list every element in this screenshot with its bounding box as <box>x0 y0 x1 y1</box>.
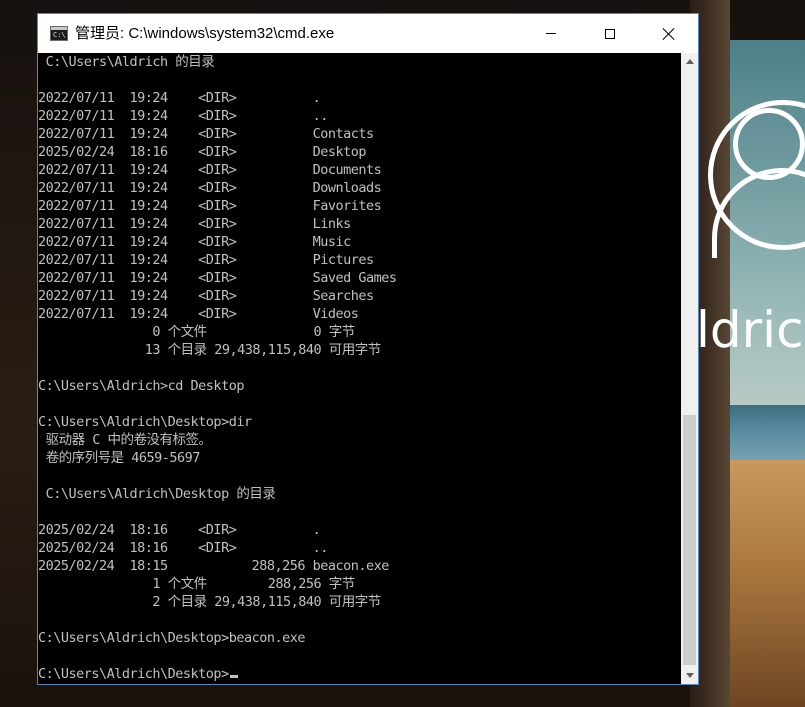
minimize-button[interactable] <box>521 14 580 53</box>
console-line: 2022/07/11 19:24 <DIR> Documents <box>38 162 382 178</box>
console-line: 2022/07/11 19:24 <DIR> .. <box>38 108 328 124</box>
console-line: 2022/07/11 19:24 <DIR> Links <box>38 216 351 232</box>
window-title: 管理员: C:\windows\system32\cmd.exe <box>75 25 335 42</box>
console-line: 2022/07/11 19:24 <DIR> Saved Games <box>38 270 397 286</box>
console-line: 1 个文件 288,256 字节 <box>152 576 355 592</box>
console-line: 驱动器 C 中的卷没有标签。 <box>45 432 212 448</box>
console-line: C:\Users\Aldrich\Desktop>dir <box>38 414 252 430</box>
console-line: 2022/07/11 19:24 <DIR> Favorites <box>38 198 382 214</box>
console-line: 2022/07/11 19:24 <DIR> Videos <box>38 306 359 322</box>
console-line: 0 个文件 0 字节 <box>152 324 355 340</box>
vertical-scrollbar[interactable] <box>681 53 698 684</box>
console-line: 13 个目录 29,438,115,840 可用字节 <box>144 342 381 358</box>
cmd-app-icon[interactable]: C:\ <box>50 26 68 41</box>
console-line: 2022/07/11 19:24 <DIR> Downloads <box>38 180 382 196</box>
scroll-up-button[interactable] <box>681 53 698 70</box>
console-lines: C:\Users\Aldrich 的目录 2022/07/11 19:24 <D… <box>38 54 397 646</box>
console-prompt: C:\Users\Aldrich\Desktop> <box>38 666 229 682</box>
scroll-down-button[interactable] <box>681 667 698 684</box>
console-text: C:\Users\Aldrich 的目录 2022/07/11 19:24 <D… <box>38 53 397 683</box>
title-bar[interactable]: C:\ 管理员: C:\windows\system32\cmd.exe <box>38 14 698 53</box>
console-line: 2022/07/11 19:24 <DIR> . <box>38 90 321 106</box>
maximize-icon <box>604 28 615 39</box>
arrow-down-icon <box>685 673 694 678</box>
console-line: 2025/02/24 18:16 <DIR> . <box>38 522 321 538</box>
cmd-window[interactable]: C:\ 管理员: C:\windows\system32\cmd.exe C:\… <box>37 13 699 685</box>
console-line: 2025/02/24 18:16 <DIR> .. <box>38 540 328 556</box>
console-output[interactable]: C:\Users\Aldrich 的目录 2022/07/11 19:24 <D… <box>38 53 681 684</box>
console-line: 2022/07/11 19:24 <DIR> Pictures <box>38 252 374 268</box>
close-button[interactable] <box>639 14 698 53</box>
lock-screen-user-name: ldric <box>696 301 804 359</box>
console-line: 2022/07/11 19:24 <DIR> Contacts <box>38 126 374 142</box>
console-line: 2 个目录 29,438,115,840 可用字节 <box>152 594 381 610</box>
console-line: 2022/07/11 19:24 <DIR> Music <box>38 234 351 250</box>
console-line: C:\Users\Aldrich 的目录 <box>45 54 215 70</box>
minimize-icon <box>545 33 556 34</box>
console-line: 2022/07/11 19:24 <DIR> Searches <box>38 288 374 304</box>
arrow-up-icon <box>685 59 694 64</box>
maximize-button[interactable] <box>580 14 639 53</box>
scrollbar-thumb[interactable] <box>683 415 696 665</box>
text-cursor <box>229 675 238 678</box>
console-line: 2025/02/24 18:16 <DIR> Desktop <box>38 144 367 160</box>
console-line: C:\Users\Aldrich>cd Desktop <box>38 378 244 394</box>
console-line: 卷的序列号是 4659-5697 <box>45 450 201 466</box>
console-line: C:\Users\Aldrich\Desktop>beacon.exe <box>38 630 305 646</box>
console-line: 2025/02/24 18:15 288,256 beacon.exe <box>38 558 389 574</box>
console-line: C:\Users\Aldrich\Desktop 的目录 <box>45 486 276 502</box>
close-icon <box>663 28 675 40</box>
